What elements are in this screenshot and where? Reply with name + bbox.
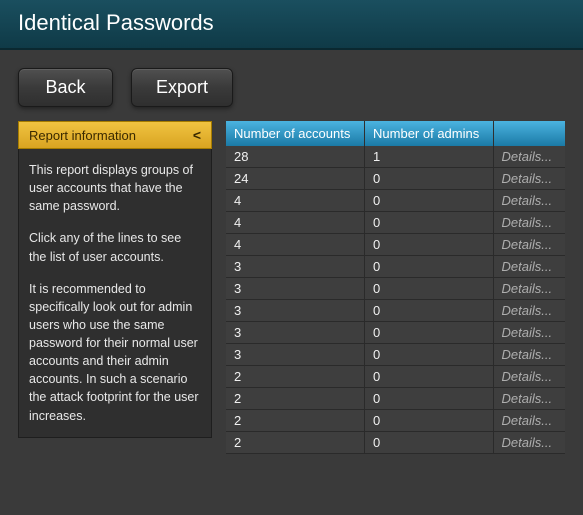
page-title: Identical Passwords	[18, 10, 565, 36]
cell-admins: 0	[365, 432, 493, 454]
cell-accounts: 3	[226, 256, 365, 278]
cell-admins: 0	[365, 234, 493, 256]
details-link[interactable]: Details...	[493, 388, 565, 410]
table-row[interactable]: 20Details...	[226, 432, 565, 454]
details-link[interactable]: Details...	[493, 190, 565, 212]
cell-accounts: 4	[226, 234, 365, 256]
toolbar: Back Export	[0, 50, 583, 121]
report-info-body: This report displays groups of user acco…	[18, 149, 212, 438]
table-row[interactable]: 40Details...	[226, 234, 565, 256]
back-button[interactable]: Back	[18, 68, 113, 107]
cell-admins: 0	[365, 168, 493, 190]
details-link[interactable]: Details...	[493, 300, 565, 322]
report-info-paragraph: This report displays groups of user acco…	[29, 161, 201, 215]
details-link[interactable]: Details...	[493, 256, 565, 278]
cell-admins: 0	[365, 344, 493, 366]
cell-accounts: 4	[226, 212, 365, 234]
table-row[interactable]: 40Details...	[226, 212, 565, 234]
table-row[interactable]: 30Details...	[226, 300, 565, 322]
content-area: Report information < This report display…	[0, 121, 583, 454]
table-row[interactable]: 20Details...	[226, 388, 565, 410]
cell-admins: 1	[365, 146, 493, 168]
cell-accounts: 24	[226, 168, 365, 190]
cell-accounts: 2	[226, 410, 365, 432]
page-header: Identical Passwords	[0, 0, 583, 50]
cell-admins: 0	[365, 212, 493, 234]
table-row[interactable]: 40Details...	[226, 190, 565, 212]
cell-accounts: 3	[226, 278, 365, 300]
sidebar: Report information < This report display…	[18, 121, 212, 454]
cell-admins: 0	[365, 366, 493, 388]
col-header-admins[interactable]: Number of admins	[365, 121, 493, 146]
report-info-paragraph: It is recommended to specifically look o…	[29, 280, 201, 425]
details-link[interactable]: Details...	[493, 278, 565, 300]
details-link[interactable]: Details...	[493, 344, 565, 366]
table-row[interactable]: 20Details...	[226, 366, 565, 388]
table-row[interactable]: 281Details...	[226, 146, 565, 168]
cell-accounts: 4	[226, 190, 365, 212]
cell-admins: 0	[365, 300, 493, 322]
cell-admins: 0	[365, 256, 493, 278]
report-info-paragraph: Click any of the lines to see the list o…	[29, 229, 201, 265]
cell-accounts: 3	[226, 322, 365, 344]
table-row[interactable]: 240Details...	[226, 168, 565, 190]
table-row[interactable]: 30Details...	[226, 278, 565, 300]
details-link[interactable]: Details...	[493, 146, 565, 168]
table-row[interactable]: 30Details...	[226, 322, 565, 344]
cell-accounts: 2	[226, 366, 365, 388]
cell-accounts: 3	[226, 344, 365, 366]
details-link[interactable]: Details...	[493, 234, 565, 256]
cell-admins: 0	[365, 388, 493, 410]
details-link[interactable]: Details...	[493, 168, 565, 190]
details-link[interactable]: Details...	[493, 322, 565, 344]
cell-admins: 0	[365, 410, 493, 432]
collapse-icon[interactable]: <	[193, 127, 201, 143]
col-header-accounts[interactable]: Number of accounts	[226, 121, 365, 146]
cell-accounts: 28	[226, 146, 365, 168]
cell-admins: 0	[365, 322, 493, 344]
cell-accounts: 3	[226, 300, 365, 322]
results-table: Number of accounts Number of admins 281D…	[226, 121, 565, 454]
cell-admins: 0	[365, 190, 493, 212]
report-info-header[interactable]: Report information <	[18, 121, 212, 149]
cell-accounts: 2	[226, 432, 365, 454]
table-row[interactable]: 30Details...	[226, 256, 565, 278]
results-table-wrap: Number of accounts Number of admins 281D…	[226, 121, 565, 454]
col-header-details	[493, 121, 565, 146]
cell-accounts: 2	[226, 388, 365, 410]
details-link[interactable]: Details...	[493, 410, 565, 432]
details-link[interactable]: Details...	[493, 212, 565, 234]
table-header-row: Number of accounts Number of admins	[226, 121, 565, 146]
details-link[interactable]: Details...	[493, 366, 565, 388]
table-row[interactable]: 30Details...	[226, 344, 565, 366]
export-button[interactable]: Export	[131, 68, 233, 107]
cell-admins: 0	[365, 278, 493, 300]
table-row[interactable]: 20Details...	[226, 410, 565, 432]
report-info-title: Report information	[29, 128, 136, 143]
details-link[interactable]: Details...	[493, 432, 565, 454]
